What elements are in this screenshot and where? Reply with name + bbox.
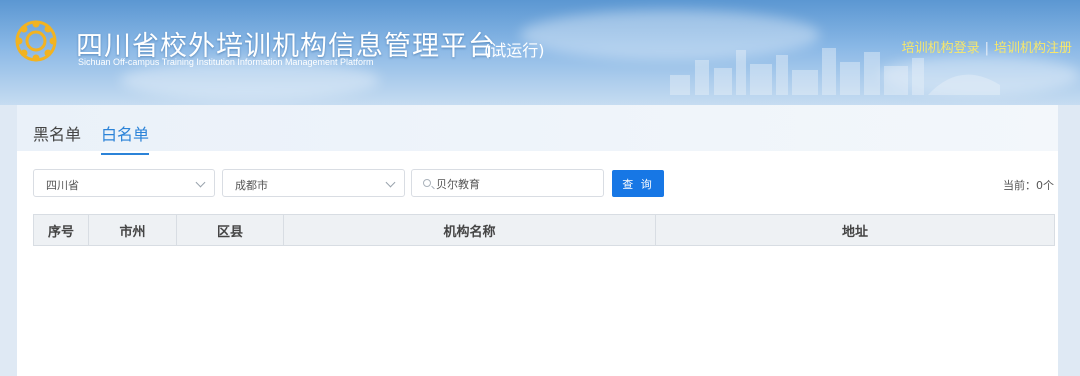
- institution-login-link[interactable]: 培训机构登录: [902, 41, 980, 56]
- city-select[interactable]: 成都市: [222, 169, 405, 197]
- content-card: 黑名单 白名单 四川省 成都市 查 询 当前：0个 序号 市州 区县 机构名称 …: [17, 105, 1058, 376]
- column-header-address: 地址: [655, 214, 1055, 246]
- institution-register-link[interactable]: 培训机构注册: [994, 41, 1072, 56]
- result-count: 当前：0个: [1003, 179, 1054, 192]
- query-button[interactable]: 查 询: [612, 170, 664, 197]
- filter-bar: 四川省 成都市 查 询 当前：0个: [17, 169, 1058, 199]
- table-header-row: 序号 市州 区县 机构名称 地址: [33, 214, 1055, 246]
- list-tabs: 黑名单 白名单: [17, 105, 1058, 155]
- column-header-city: 市州: [88, 214, 177, 246]
- chevron-down-icon: [385, 177, 396, 188]
- institution-search-input[interactable]: [436, 174, 596, 194]
- province-select-value: 四川省: [46, 179, 79, 192]
- province-select[interactable]: 四川省: [33, 169, 215, 197]
- city-select-value: 成都市: [235, 179, 268, 192]
- link-separator: |: [984, 41, 989, 56]
- tab-whitelist[interactable]: 白名单: [101, 121, 150, 155]
- column-header-institution-name: 机构名称: [283, 214, 656, 246]
- column-header-district: 区县: [176, 214, 284, 246]
- header-banner: 四川省校外培训机构信息管理平台 Sichuan Off-campus Train…: [0, 0, 1080, 105]
- auth-links: 培训机构登录 | 培训机构注册: [902, 37, 1072, 56]
- column-header-index: 序号: [33, 214, 89, 246]
- search-icon: [423, 179, 431, 187]
- platform-subtitle: Sichuan Off-campus Training Institution …: [78, 57, 374, 67]
- trial-label: (试运行): [484, 41, 545, 60]
- institution-table: 序号 市州 区县 机构名称 地址: [33, 214, 1055, 246]
- tab-blacklist[interactable]: 黑名单: [33, 121, 81, 145]
- platform-logo-icon: [15, 20, 57, 62]
- chevron-down-icon: [195, 177, 206, 188]
- search-box: [411, 169, 604, 197]
